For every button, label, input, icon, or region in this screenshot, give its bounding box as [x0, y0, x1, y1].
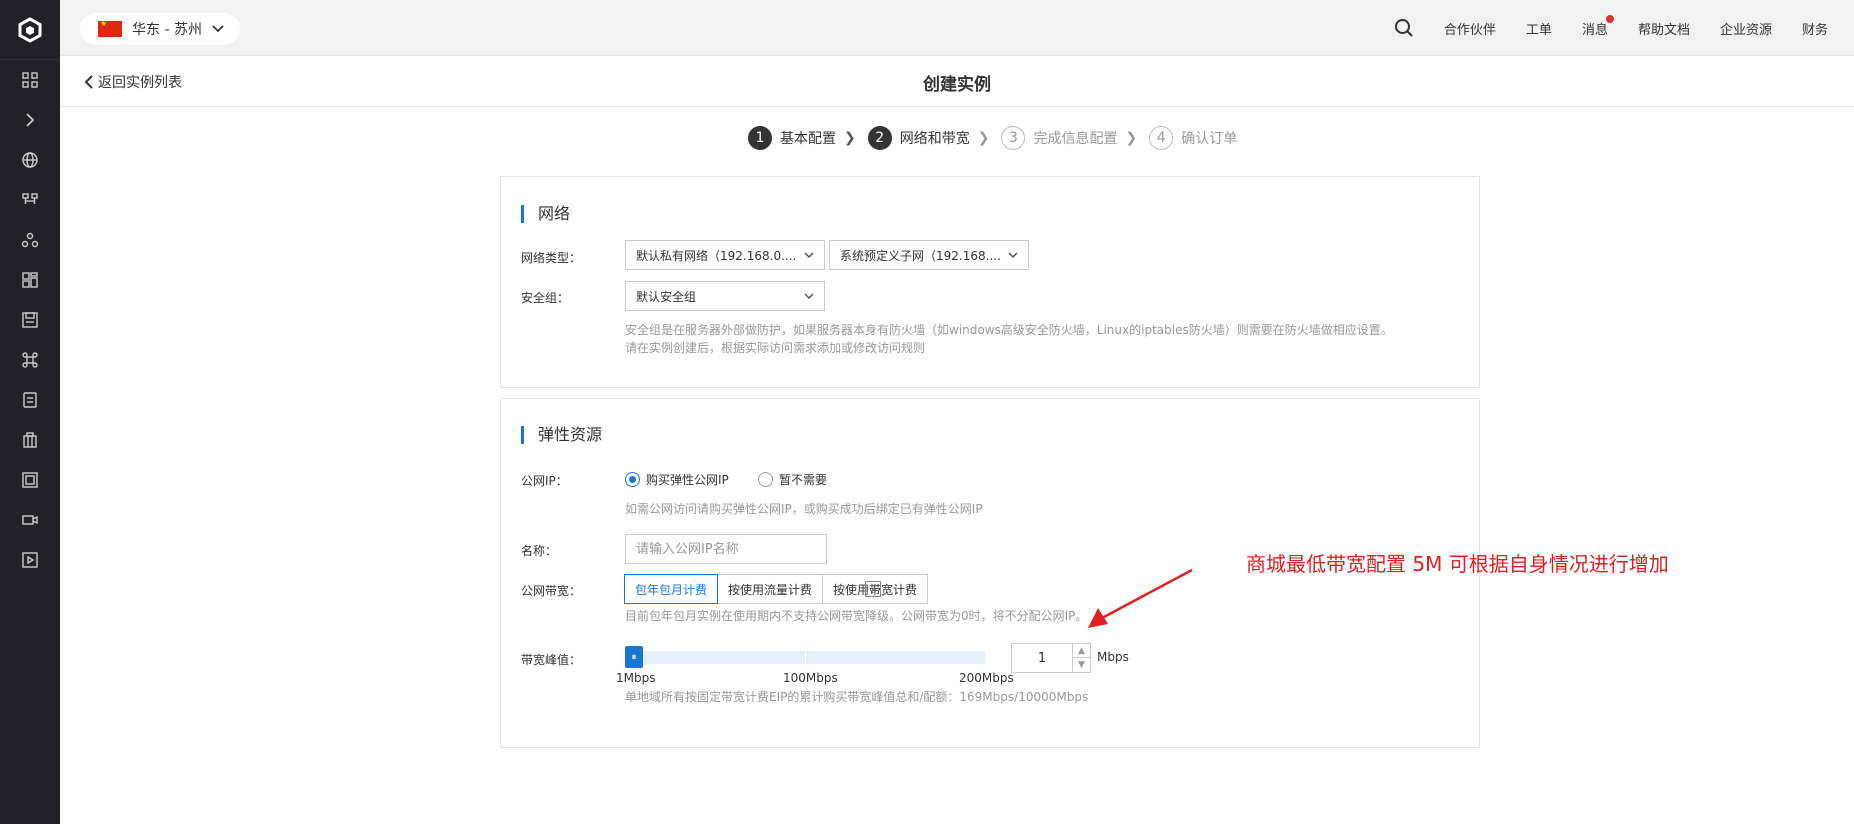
increment-icon[interactable]: ▲	[1073, 644, 1090, 658]
cluster-icon[interactable]	[0, 220, 60, 260]
play-icon[interactable]	[0, 540, 60, 580]
chevron-down-icon	[1008, 252, 1018, 259]
eip-name-input[interactable]	[625, 534, 827, 564]
database-icon[interactable]	[0, 380, 60, 420]
peak-bandwidth-label: 带宽峰值：	[521, 653, 582, 667]
slider-max-label: 200Mbps	[959, 671, 1014, 685]
command-icon[interactable]	[0, 340, 60, 380]
radio-buy-eip[interactable]: 购买弹性公网IP	[625, 471, 729, 488]
chevron-right-icon: ❯	[1125, 130, 1138, 146]
bandwidth-slider-track[interactable]	[625, 651, 985, 664]
bandwidth-label: 公网带宽：	[521, 584, 582, 598]
bandwidth-quota-hint: 单地域所有按固定带宽计费EIP的累计购买带宽峰值总和/配额：169Mbps/10…	[625, 690, 1089, 704]
storage-icon[interactable]	[0, 300, 60, 340]
step-number: 2	[867, 126, 892, 150]
billing-monthly-option[interactable]: 包年包月计费	[624, 574, 719, 604]
chevron-down-icon	[212, 25, 224, 33]
region-label: 华东 - 苏州	[132, 22, 202, 38]
step-label: 完成信息配置	[1033, 131, 1118, 147]
subnet-select[interactable]: 系统预定义子网（192.168....	[829, 240, 1029, 270]
radio-no-eip[interactable]: 暂不需要	[758, 471, 827, 488]
section-title-network: 网络	[521, 205, 570, 223]
left-sidebar	[0, 0, 60, 824]
nav-messages[interactable]: 消息	[1581, 14, 1614, 38]
video-icon[interactable]	[0, 500, 60, 540]
step-number: 4	[1149, 126, 1174, 150]
apps-icon[interactable]	[0, 260, 60, 300]
radio-no-eip-label: 暂不需要	[779, 473, 828, 487]
annotation-text: 商城最低带宽配置 5M 可根据自身情况进行增加	[1246, 552, 1669, 576]
billing-traffic-option[interactable]: 按使用流量计费	[717, 574, 824, 604]
top-nav: 合作伙伴 工单 消息 帮助文档 企业资源 财务	[1394, 0, 1828, 56]
vpc-select[interactable]: 默认私有网络（192.168.0....	[625, 240, 825, 270]
region-selector[interactable]: 华东 - 苏州	[80, 13, 240, 45]
section-title-elastic: 弹性资源	[521, 426, 602, 444]
nav-help-docs[interactable]: 帮助文档	[1638, 19, 1690, 38]
decrement-icon[interactable]: ▼	[1073, 658, 1090, 672]
security-group-select[interactable]: 默认安全组	[625, 281, 825, 311]
bandwidth-unit: Mbps	[1097, 650, 1129, 664]
stepper-arrows: ▲ ▼	[1072, 644, 1090, 672]
step-label: 确认订单	[1181, 131, 1238, 147]
bandwidth-value[interactable]: 1	[1012, 644, 1072, 672]
bandwidth-hint: 目前包年包月实例在使用期内不支持公网带宽降级。公网带宽为0时，将不分配公网IP。	[625, 609, 1088, 623]
help-icon[interactable]: ?	[865, 581, 881, 597]
name-label: 名称：	[521, 544, 558, 558]
nav-messages-label: 消息	[1581, 22, 1608, 38]
expand-sidebar-icon[interactable]	[0, 100, 60, 140]
page-title: 创建实例	[923, 75, 991, 95]
vpc-select-value: 默认私有网络（192.168.0....	[636, 248, 797, 263]
step-confirm-order: 4 确认订单	[1149, 126, 1237, 150]
chevron-right-icon: ❯	[844, 130, 856, 146]
security-group-hint-line-1: 安全组是在服务器外部做防护，如果服务器本身有防火墙（如windows高级安全防火…	[625, 323, 1393, 337]
monitor-icon[interactable]	[0, 460, 60, 500]
radio-buy-eip-label: 购买弹性公网IP	[646, 473, 729, 487]
step-basic-config[interactable]: 1 基本配置	[748, 126, 836, 150]
step-number: 1	[748, 126, 772, 150]
radio-checked-icon	[625, 472, 640, 487]
security-group-value: 默认安全组	[636, 289, 697, 304]
top-bar: 华东 - 苏州 合作伙伴 工单 消息 帮助文档 企业资源 财务	[60, 0, 1854, 56]
search-icon[interactable]	[1394, 18, 1414, 38]
nav-enterprise-resources[interactable]: 企业资源	[1720, 19, 1772, 38]
nav-finance[interactable]: 财务	[1802, 19, 1828, 38]
annotation-arrow-icon	[1088, 568, 1193, 628]
network-type-label: 网络类型：	[521, 251, 582, 265]
step-info-config: 3 完成信息配置	[1001, 126, 1117, 150]
security-group-hint-line-2: 请在实例创建后，根据实际访问需求添加或修改访问规则	[625, 341, 926, 355]
building-icon[interactable]	[0, 420, 60, 460]
chevron-down-icon	[804, 293, 814, 300]
step-label: 基本配置	[780, 131, 836, 147]
nav-partners[interactable]: 合作伙伴	[1444, 19, 1496, 38]
chevron-down-icon	[804, 252, 814, 259]
bandwidth-billing-selector: 包年包月计费 按使用流量计费 按使用带宽计费	[624, 574, 929, 604]
step-label: 网络和带宽	[899, 131, 970, 147]
security-group-hint: 安全组是在服务器外部做防护，如果服务器本身有防火墙（如windows高级安全防火…	[625, 321, 1465, 357]
china-flag-icon	[98, 19, 122, 37]
network-icon[interactable]	[0, 180, 60, 220]
subnet-select-value: 系统预定义子网（192.168....	[840, 248, 1001, 263]
page-header: 返回实例列表 创建实例	[60, 56, 1854, 107]
network-panel: 网络 网络类型： 默认私有网络（192.168.0.... 系统预定义子网（19…	[500, 176, 1480, 388]
security-group-label: 安全组：	[521, 291, 570, 305]
slider-tick	[805, 651, 806, 664]
dashboard-icon[interactable]	[0, 60, 60, 100]
globe-icon[interactable]	[0, 140, 60, 180]
nav-tickets[interactable]: 工单	[1526, 19, 1552, 38]
wizard-steps: 1 基本配置 ❯ 2 网络和带宽 ❯ 3 完成信息配置 ❯ 4 确认订单	[748, 126, 1237, 150]
step-network-bandwidth[interactable]: 2 网络和带宽	[867, 126, 970, 150]
chevron-right-icon: ❯	[977, 130, 990, 146]
bandwidth-slider-handle[interactable]: ⏸	[625, 646, 643, 668]
notification-dot	[1605, 14, 1614, 23]
radio-unchecked-icon	[758, 472, 773, 487]
logo-icon[interactable]	[0, 0, 60, 60]
public-ip-label: 公网IP：	[521, 474, 568, 488]
public-ip-hint: 如需公网访问请购买弹性公网IP，或购买成功后绑定已有弹性公网IP	[625, 502, 983, 516]
bandwidth-stepper[interactable]: 1 ▲ ▼	[1011, 643, 1091, 673]
slider-mid-label: 100Mbps	[783, 671, 838, 685]
slider-min-label: 1Mbps	[616, 671, 656, 685]
step-number: 3	[1001, 126, 1026, 150]
